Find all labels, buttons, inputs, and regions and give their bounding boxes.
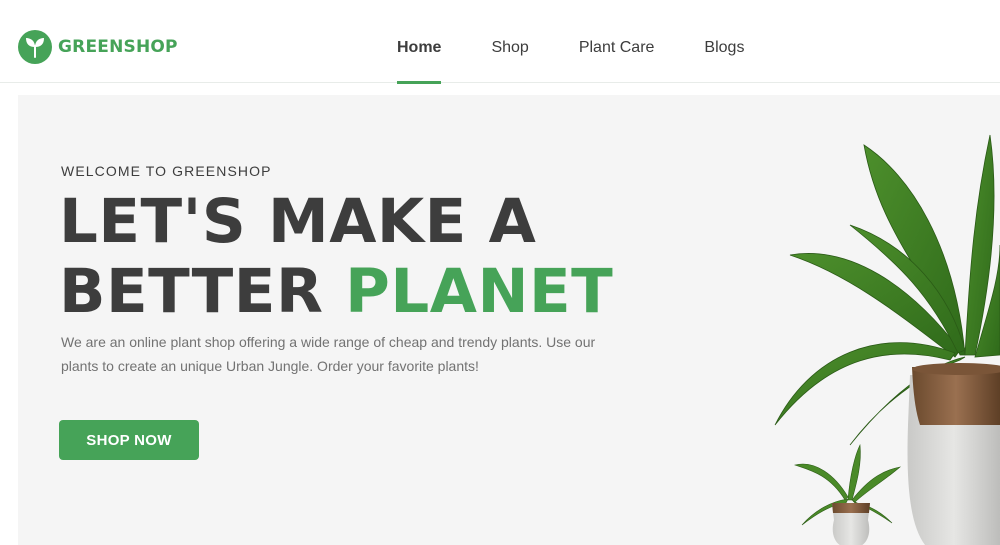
hero-description: We are an online plant shop offering a w…: [61, 334, 596, 374]
shop-now-button[interactable]: SHOP NOW: [59, 420, 199, 460]
headline-line-1: LET'S MAKE A: [59, 186, 537, 257]
hero-banner: WELCOME TO GREENSHOP LET'S MAKE A BETTER…: [18, 95, 1000, 545]
nav-shop[interactable]: Shop: [491, 0, 528, 83]
brand-name: GREENSHOP: [58, 37, 178, 57]
site-header: GREENSHOP Home Shop Plant Care Blogs: [0, 0, 1000, 84]
nav-blogs[interactable]: Blogs: [704, 0, 744, 83]
leaf-icon: [18, 30, 52, 64]
hero-eyebrow: WELCOME TO GREENSHOP: [61, 163, 272, 179]
headline-accent: PLANET: [345, 256, 614, 327]
hero-headline: LET'S MAKE A BETTER PLANET: [59, 187, 613, 327]
logo-link[interactable]: GREENSHOP: [18, 30, 178, 64]
main-nav: Home Shop Plant Care Blogs: [397, 0, 794, 84]
headline-line-2: BETTER: [59, 256, 346, 327]
nav-plant-care[interactable]: Plant Care: [579, 0, 655, 83]
potted-plant-image: [774, 134, 1000, 545]
nav-home[interactable]: Home: [397, 0, 442, 84]
